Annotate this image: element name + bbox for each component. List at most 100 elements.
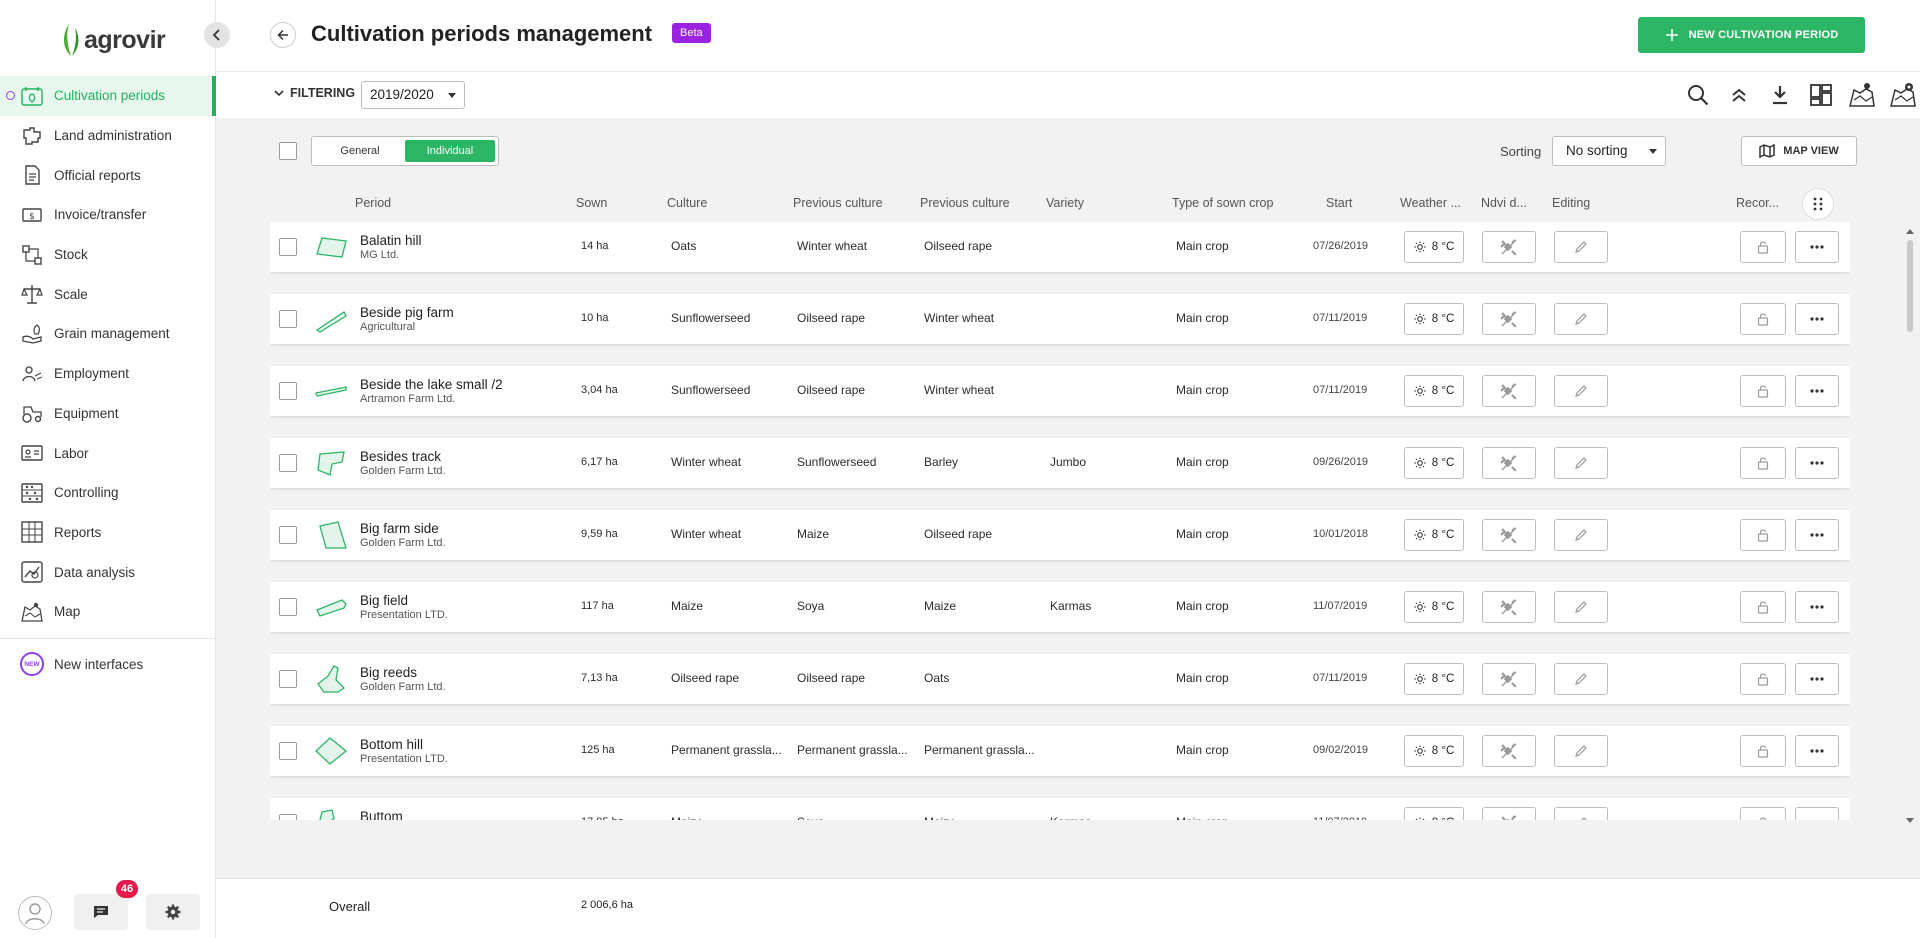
sidebar-item-equipment[interactable]: Equipment [0,394,216,434]
table-row[interactable]: Beside pig farm Agricultural 10 ha Sunflowe… [270,294,1850,344]
row-checkbox[interactable] [279,598,297,616]
row-checkbox[interactable] [279,670,297,688]
col-culture[interactable]: Culture [667,196,707,210]
lock-button[interactable] [1740,591,1786,623]
edit-button[interactable] [1554,447,1608,479]
col-records[interactable]: Recor... [1736,196,1779,210]
more-actions-button[interactable] [1795,231,1839,263]
table-row[interactable]: Besides track Golden Farm Ltd. 6,17 ha Wint… [270,438,1850,488]
more-actions-button[interactable] [1795,663,1839,695]
map-settings-button[interactable] [1845,80,1879,110]
sidebar-collapse-button[interactable] [204,22,230,48]
col-weather[interactable]: Weather ... [1400,196,1461,210]
col-variety[interactable]: Variety [1046,196,1084,210]
row-checkbox[interactable] [279,238,297,256]
table-row[interactable]: ButtomCompany 217,95 haMaizeSoyaMaizeKar… [270,798,1850,820]
row-checkbox[interactable] [279,526,297,544]
table-row[interactable]: Big field Presentation LTD. 117 ha Maize Soy… [270,582,1850,632]
table-row[interactable]: Balatin hill MG Ltd. 14 ha Oats Winter wheat… [270,222,1850,272]
sidebar-item-official-reports[interactable]: Official reports [0,155,216,195]
period-name[interactable]: Big farm side [360,521,439,536]
sidebar-item-grain-management[interactable]: Grain management [0,314,216,354]
lock-button[interactable] [1740,807,1786,820]
weather-button[interactable]: 8 °C [1404,447,1464,479]
ndvi-button[interactable] [1482,735,1536,767]
column-settings-button[interactable] [1802,188,1834,220]
table-row[interactable]: Beside the lake small /2 Artramon Farm Lt… [270,366,1850,416]
map-config-button[interactable] [1886,80,1920,110]
view-individual-option[interactable]: Individual [405,140,495,162]
col-editing[interactable]: Editing [1552,196,1590,210]
sidebar-item-controlling[interactable]: Controlling [0,473,216,513]
weather-button[interactable]: 8 °C [1404,519,1464,551]
row-checkbox[interactable] [279,742,297,760]
lock-button[interactable] [1740,735,1786,767]
col-period[interactable]: Period [355,196,391,210]
ndvi-button[interactable] [1482,375,1536,407]
layout-button[interactable] [1804,80,1838,110]
table-row[interactable]: Bottom hill Presentation LTD. 125 ha Perman… [270,726,1850,776]
search-button[interactable] [1681,80,1715,110]
settings-button[interactable] [146,894,200,930]
sidebar-item-land-administration[interactable]: Land administration [0,116,216,156]
ndvi-button[interactable] [1482,519,1536,551]
more-actions-button[interactable] [1795,807,1839,820]
weather-button[interactable]: 8 °C [1404,591,1464,623]
ndvi-button[interactable] [1482,231,1536,263]
sidebar-item-scale[interactable]: Scale [0,274,216,314]
select-all-checkbox[interactable] [279,142,297,160]
collapse-all-button[interactable] [1722,80,1756,110]
edit-button[interactable] [1554,735,1608,767]
col-previous-culture-2[interactable]: Previous culture [920,196,1010,210]
weather-button[interactable]: 8 °C [1404,303,1464,335]
row-checkbox[interactable] [279,382,297,400]
map-view-button[interactable]: MAP VIEW [1741,136,1857,166]
sorting-select[interactable]: No sorting [1552,136,1666,166]
weather-button[interactable]: 8 °C [1404,735,1464,767]
ndvi-button[interactable] [1482,663,1536,695]
season-select[interactable]: 2019/2020 [361,81,465,109]
weather-button[interactable]: 8 °C [1404,231,1464,263]
ndvi-button[interactable] [1482,591,1536,623]
col-sown[interactable]: Sown [576,196,607,210]
sidebar-item-cultivation-periods[interactable]: Cultivation periods [0,76,216,116]
lock-button[interactable] [1740,447,1786,479]
edit-button[interactable] [1554,375,1608,407]
more-actions-button[interactable] [1795,447,1839,479]
table-row[interactable]: Big reeds Golden Farm Ltd. 7,13 ha Oilseed … [270,654,1850,704]
period-name[interactable]: Bottom hill [360,737,423,752]
table-row[interactable]: Big farm side Golden Farm Ltd. 9,59 ha Wint… [270,510,1850,560]
period-name[interactable]: Beside pig farm [360,305,454,320]
sidebar-item-new-interfaces[interactable]: NEW New interfaces [0,645,216,685]
col-previous-culture-1[interactable]: Previous culture [793,196,883,210]
filtering-toggle[interactable]: FILTERING [274,86,355,100]
chat-button[interactable] [74,894,128,930]
row-checkbox[interactable] [279,814,297,820]
col-type[interactable]: Type of sown crop [1172,196,1273,210]
edit-button[interactable] [1554,303,1608,335]
table-scrollbar[interactable] [1904,228,1916,824]
col-ndvi[interactable]: Ndvi d... [1481,196,1527,210]
lock-button[interactable] [1740,519,1786,551]
period-name[interactable]: Balatin hill [360,233,422,248]
avatar[interactable] [18,896,52,930]
more-actions-button[interactable] [1795,375,1839,407]
sidebar-item-data-analysis[interactable]: Data analysis [0,552,216,592]
period-name[interactable]: Buttom [360,809,403,820]
sidebar-item-labor[interactable]: Labor [0,433,216,473]
sidebar-item-employment[interactable]: Employment [0,354,216,394]
period-name[interactable]: Big reeds [360,665,417,680]
period-name[interactable]: Besides track [360,449,441,464]
weather-button[interactable]: 8 °C [1404,663,1464,695]
more-actions-button[interactable] [1795,735,1839,767]
row-checkbox[interactable] [279,454,297,472]
sidebar-item-map[interactable]: Map [0,592,216,632]
ndvi-button[interactable] [1482,447,1536,479]
logo[interactable]: agrovir [60,20,166,60]
ndvi-button[interactable] [1482,807,1536,820]
period-name[interactable]: Big field [360,593,408,608]
lock-button[interactable] [1740,375,1786,407]
back-button[interactable] [270,22,296,48]
more-actions-button[interactable] [1795,303,1839,335]
sidebar-item-invoice-transfer[interactable]: $ Invoice/transfer [0,195,216,235]
